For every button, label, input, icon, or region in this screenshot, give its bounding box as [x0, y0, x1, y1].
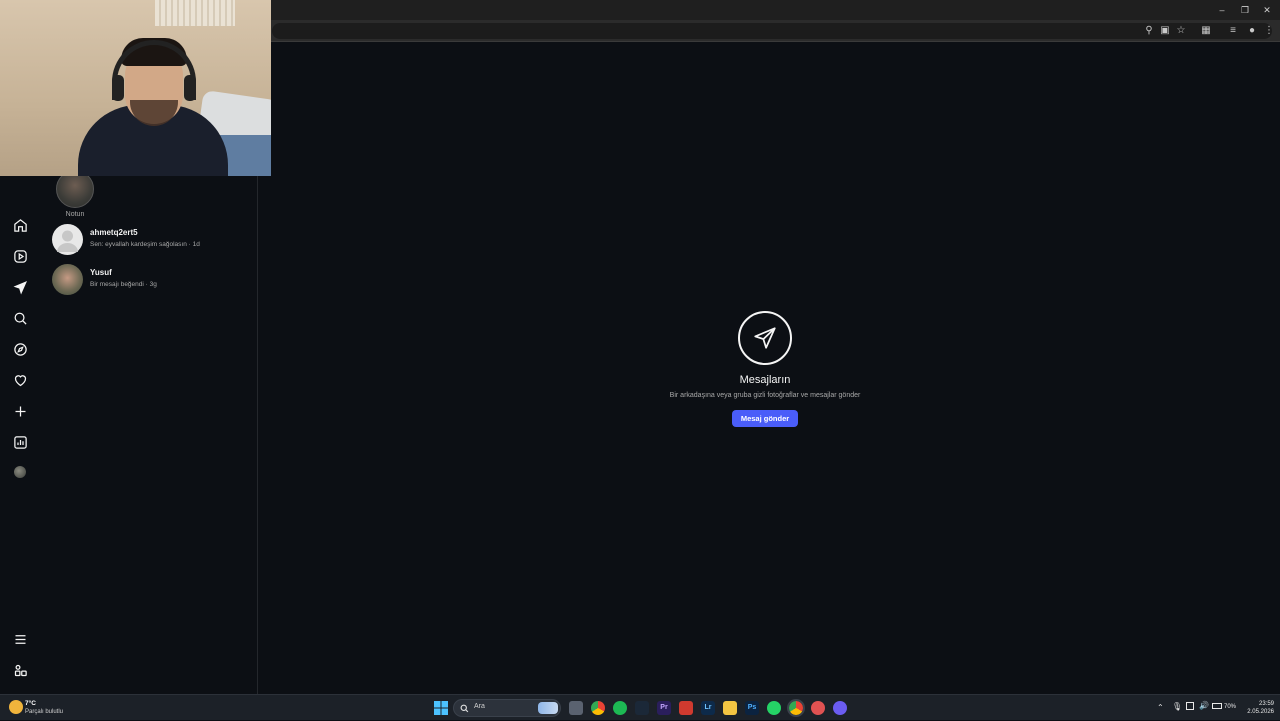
task-view-icon[interactable]: [569, 701, 583, 715]
file-explorer-icon[interactable]: [723, 701, 737, 715]
webcam-overlay: [0, 0, 271, 176]
profile-avatar[interactable]: [10, 462, 30, 482]
reels-icon[interactable]: [10, 246, 30, 266]
empty-state-subtitle: Bir arkadaşına veya gruba gizli fotoğraf…: [669, 392, 861, 399]
messages-icon[interactable]: [10, 277, 30, 297]
clock[interactable]: 23:59 2.05.2026: [1240, 700, 1274, 716]
search-placeholder: Ara: [474, 703, 485, 710]
more-icon[interactable]: [10, 629, 30, 649]
discord-icon[interactable]: [833, 701, 847, 715]
menu-icon[interactable]: ⋮: [1262, 24, 1276, 38]
weather-temperature[interactable]: 7°C: [25, 700, 36, 707]
conversation-item[interactable]: ahmetq2ert5 Sen: eyvallah kardeşim sağol…: [52, 224, 252, 258]
create-icon[interactable]: [10, 401, 30, 421]
empty-state-title: Mesajların: [739, 374, 791, 386]
note-label: Notun: [65, 211, 85, 218]
conversation-item[interactable]: Yusuf Bir mesajı beğendi · 3g: [52, 264, 252, 298]
battery-percent[interactable]: 70%: [1224, 704, 1236, 710]
weather-description[interactable]: Parçalı bulutlu: [25, 709, 63, 715]
chrome-active-icon[interactable]: [787, 699, 805, 717]
profile-icon[interactable]: ●: [1245, 24, 1259, 38]
taskbar-search[interactable]: Ara: [453, 699, 561, 717]
star-icon[interactable]: ☆: [1174, 24, 1188, 38]
nav-rail: [0, 176, 40, 694]
dashboard-icon[interactable]: [10, 432, 30, 452]
inbox-list: Notun ahmetq2ert5 Sen: eyvallah kardeşim…: [40, 170, 258, 694]
steam-icon[interactable]: [635, 701, 649, 715]
home-icon[interactable]: [10, 215, 30, 235]
microphone-icon[interactable]: 🎙: [1172, 702, 1182, 711]
battery-icon[interactable]: [1212, 703, 1222, 709]
send-message-button[interactable]: Mesaj gönder: [732, 410, 798, 427]
extensions-icon[interactable]: ▦: [1199, 24, 1213, 38]
conversation-name: ahmetq2ert5: [90, 228, 138, 237]
media-icon[interactable]: ≡: [1226, 24, 1240, 38]
app-icon[interactable]: [811, 701, 825, 715]
close-icon[interactable]: ✕: [1259, 3, 1275, 17]
tray-overflow-icon[interactable]: ⌃: [1157, 703, 1164, 712]
minimize-icon[interactable]: –: [1214, 3, 1230, 17]
install-icon[interactable]: ▣: [1158, 24, 1172, 38]
messenger-icon: [738, 311, 792, 365]
avatar: [52, 264, 83, 295]
also-from-meta-icon[interactable]: [10, 660, 30, 680]
explore-icon[interactable]: [10, 339, 30, 359]
whatsapp-icon[interactable]: [767, 701, 781, 715]
avatar: [52, 224, 83, 255]
start-icon[interactable]: [434, 701, 448, 715]
conversation-preview: Bir mesajı beğendi · 3g: [90, 281, 157, 288]
spotify-icon[interactable]: [613, 701, 627, 715]
security-icon[interactable]: [679, 701, 693, 715]
notifications-icon[interactable]: [10, 370, 30, 390]
lightroom-icon[interactable]: Lr: [701, 701, 715, 715]
zoom-icon[interactable]: ⚲: [1142, 24, 1156, 38]
premiere-icon[interactable]: Pr: [657, 701, 671, 715]
taskbar: 7°C Parçalı bulutlu Ara Pr Lr Ps ⌃ 🎙 🔊 7…: [0, 694, 1280, 720]
volume-icon[interactable]: 🔊: [1199, 701, 1209, 710]
messages-main: Mesajların Bir arkadaşına veya gruba giz…: [258, 42, 1280, 694]
address-bar[interactable]: [272, 23, 1272, 39]
photoshop-icon[interactable]: Ps: [745, 701, 759, 715]
search-highlight-icon: [538, 702, 558, 714]
search-icon[interactable]: [10, 308, 30, 328]
clock-time: 23:59: [1258, 701, 1274, 707]
conversation-preview: Sen: eyvallah kardeşim sağolasın · 1d: [90, 241, 200, 248]
chrome-icon[interactable]: [591, 701, 605, 715]
conversation-name: Yusuf: [90, 268, 112, 277]
restore-icon[interactable]: ❐: [1237, 3, 1253, 17]
weather-icon[interactable]: [9, 700, 23, 714]
clock-date: 2.05.2026: [1247, 709, 1274, 715]
network-icon[interactable]: [1186, 702, 1194, 710]
